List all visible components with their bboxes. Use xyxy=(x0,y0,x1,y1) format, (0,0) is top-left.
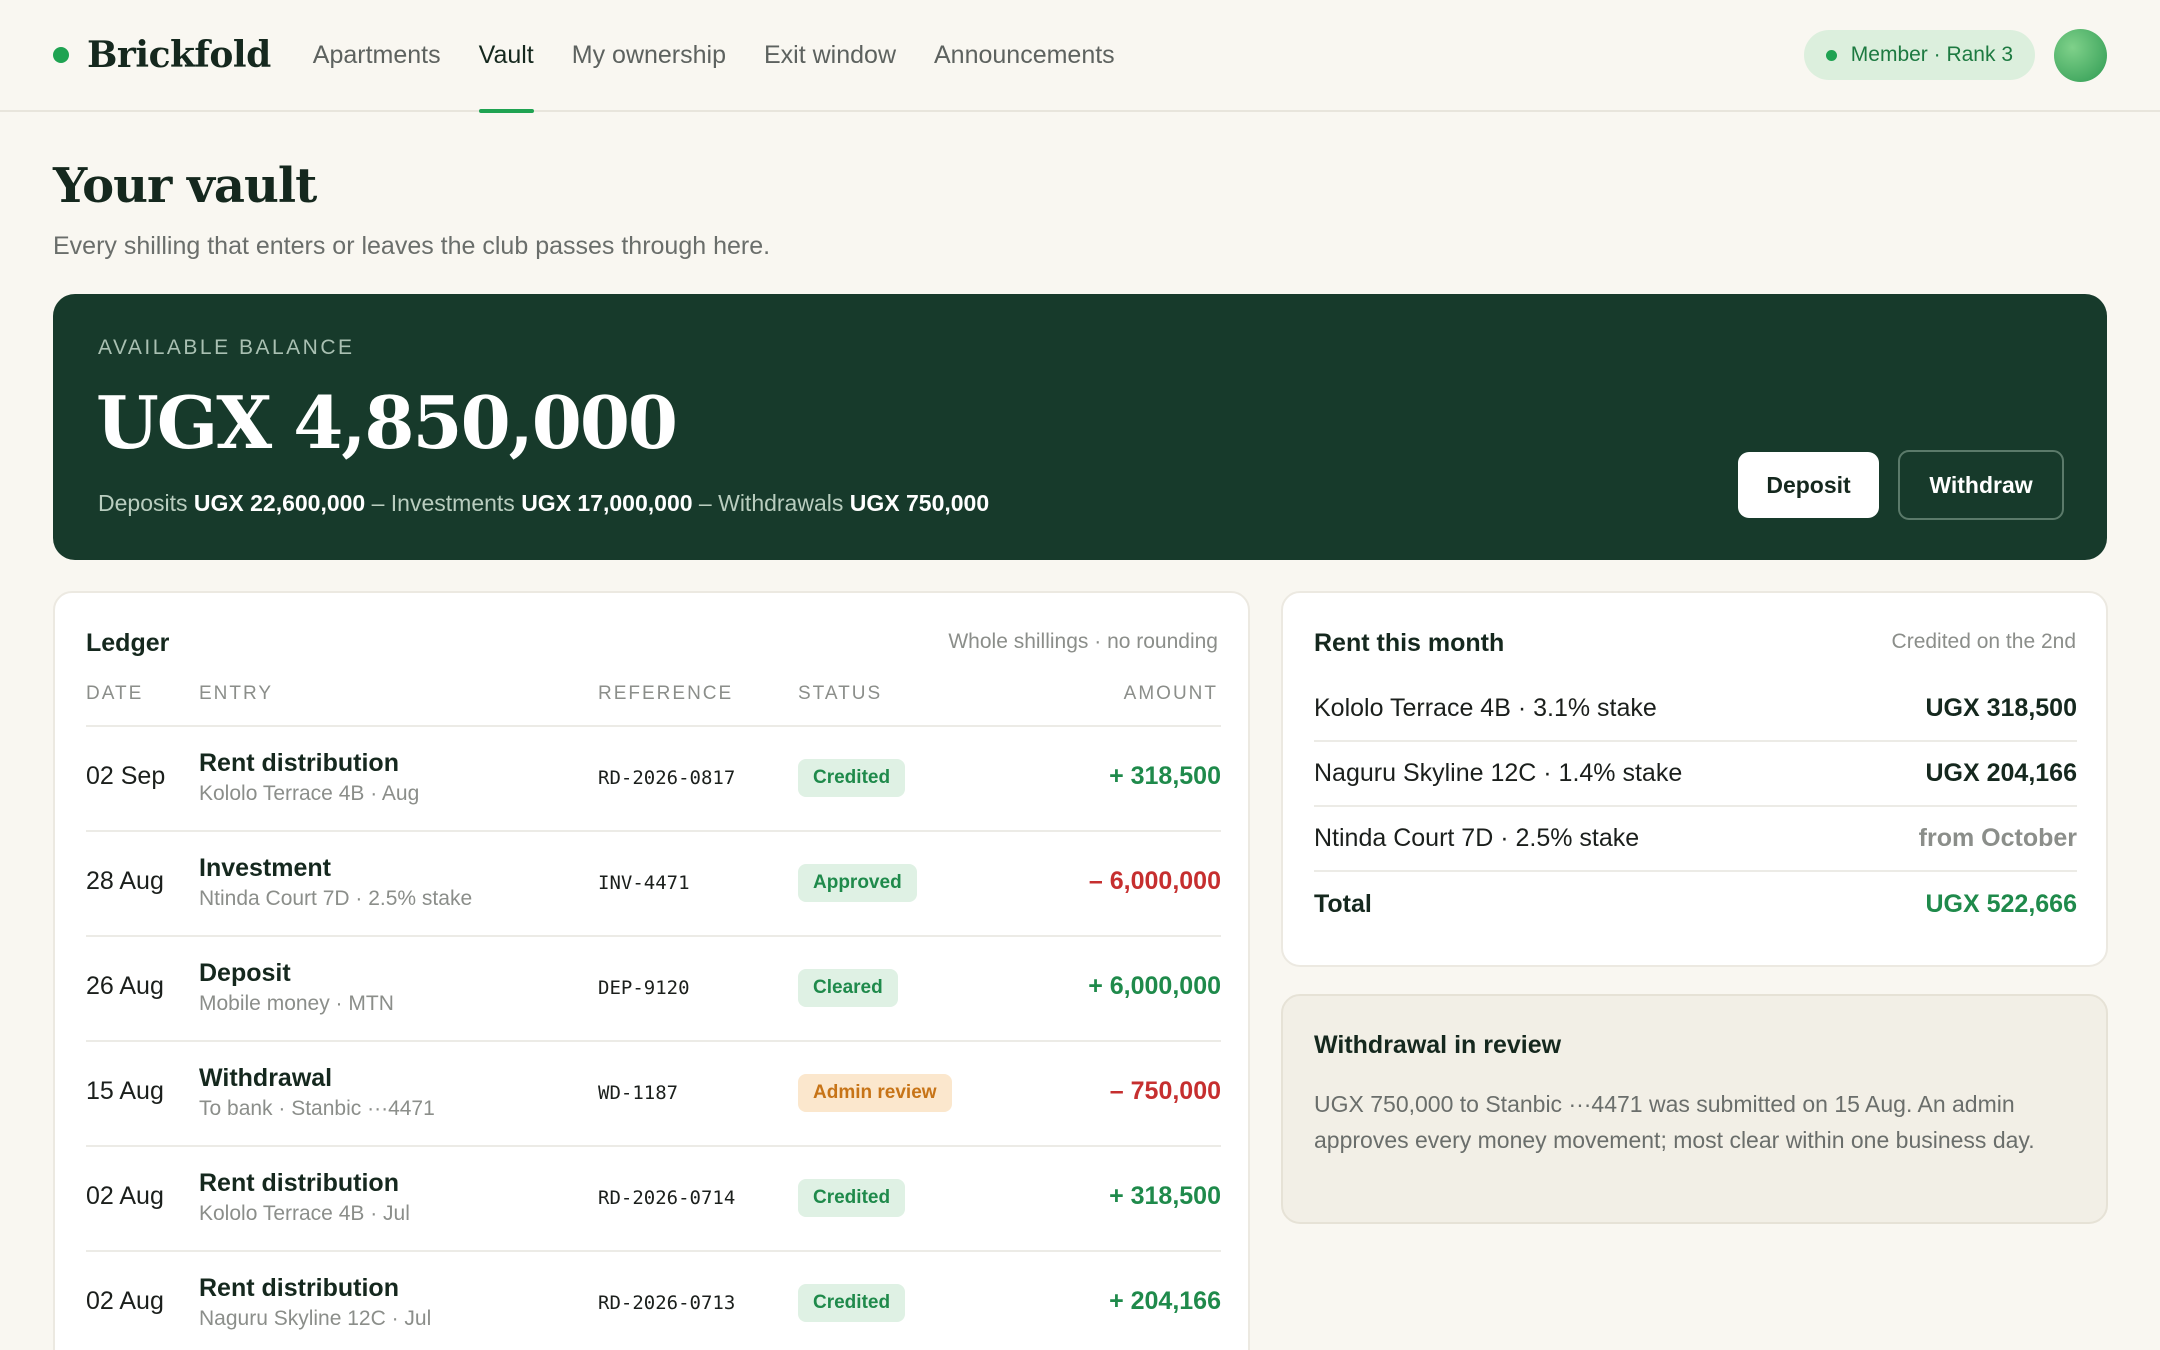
column-header-amount[interactable]: AMOUNT xyxy=(1124,683,1218,705)
brand-dot-icon xyxy=(53,47,69,63)
row-entry-subtitle: Ntinda Court 7D · 2.5% stake xyxy=(199,887,473,910)
row-date: 15 Aug xyxy=(86,1077,164,1105)
row-entry-title: Withdrawal xyxy=(199,1064,333,1092)
status-badge: Approved xyxy=(798,864,917,902)
withdrawal-review-card: Withdrawal in review UGX 750,000 to Stan… xyxy=(1281,994,2108,1224)
table-row[interactable]: 15 Aug Withdrawal To bank · Stanbic ···4… xyxy=(86,1042,1221,1147)
table-row[interactable]: 02 Sep Rent distribution Kololo Terrace … xyxy=(86,727,1221,832)
rent-note: Credited on the 2nd xyxy=(1891,630,2076,653)
rent-total-value: UGX 522,666 xyxy=(1925,890,2078,918)
row-date: 02 Aug xyxy=(86,1182,164,1210)
row-entry-subtitle: Kololo Terrace 4B · Jul xyxy=(199,1202,410,1225)
rent-total-label: Total xyxy=(1314,890,1372,918)
column-header-reference[interactable]: REFERENCE xyxy=(598,683,733,705)
rent-this-month-card: Rent this month Credited on the 2nd Kolo… xyxy=(1281,591,2108,967)
investments-value: UGX 17,000,000 xyxy=(521,490,693,516)
row-entry-subtitle: Kololo Terrace 4B · Aug xyxy=(199,782,420,805)
breakdown-separator: – xyxy=(371,490,385,516)
rent-row-value: UGX 204,166 xyxy=(1925,759,2078,787)
nav-item-vault[interactable]: Vault xyxy=(478,0,534,113)
status-dot-icon xyxy=(1825,49,1837,61)
review-title: Withdrawal in review xyxy=(1314,1031,1562,1059)
row-reference: DEP-9120 xyxy=(598,977,690,999)
rent-row-value: from October xyxy=(1918,824,2077,852)
row-reference: INV-4471 xyxy=(598,872,690,894)
main-nav: Apartments Vault My ownership Exit windo… xyxy=(313,0,1153,113)
row-entry-subtitle: To bank · Stanbic ···4471 xyxy=(199,1097,435,1120)
withdrawals-label: Withdrawals xyxy=(718,490,844,516)
deposits-label: Deposits xyxy=(98,490,188,516)
withdrawals-value: UGX 750,000 xyxy=(849,490,990,516)
balance-breakdown: Deposits UGX 22,600,000 – Investments UG… xyxy=(98,490,989,517)
breakdown-separator: – xyxy=(698,490,712,516)
user-avatar[interactable] xyxy=(2054,28,2107,82)
table-row[interactable]: 26 Aug Deposit Mobile money · MTN DEP-91… xyxy=(86,937,1221,1042)
row-entry-title: Investment xyxy=(199,854,331,882)
nav-item-apartments[interactable]: Apartments xyxy=(313,0,441,111)
row-reference: WD-1187 xyxy=(598,1082,679,1104)
row-date: 26 Aug xyxy=(86,972,164,1000)
rent-row-name: Kololo Terrace 4B · 3.1% stake xyxy=(1314,694,1657,722)
status-badge: Credited xyxy=(798,1179,906,1217)
row-entry-title: Deposit xyxy=(199,959,291,987)
row-entry-title: Rent distribution xyxy=(199,1169,399,1197)
row-entry-subtitle: Mobile money · MTN xyxy=(199,992,394,1015)
row-entry-title: Rent distribution xyxy=(199,1274,399,1302)
rent-row: Ntinda Court 7D · 2.5% stake from Octobe… xyxy=(1314,807,2077,872)
rent-row-name: Ntinda Court 7D · 2.5% stake xyxy=(1314,824,1640,852)
column-header-entry[interactable]: ENTRY xyxy=(199,683,273,705)
row-amount: – 750,000 xyxy=(1109,1077,1221,1105)
page-title: Your vault xyxy=(53,158,317,214)
row-date: 02 Aug xyxy=(86,1287,164,1315)
deposits-value: UGX 22,600,000 xyxy=(193,490,366,516)
row-reference: RD-2026-0817 xyxy=(598,767,736,789)
member-rank-label: Member · Rank 3 xyxy=(1850,43,2013,66)
table-row[interactable]: 28 Aug Investment Ntinda Court 7D · 2.5%… xyxy=(86,832,1221,937)
status-badge: Admin review xyxy=(798,1074,952,1112)
row-amount: + 204,166 xyxy=(1109,1287,1221,1315)
review-body: UGX 750,000 to Stanbic ···4471 was submi… xyxy=(1314,1091,2035,1153)
brand-logo[interactable]: Brickfold xyxy=(53,34,271,76)
row-reference: RD-2026-0713 xyxy=(598,1292,736,1314)
row-entry-title: Rent distribution xyxy=(199,749,399,777)
row-date: 28 Aug xyxy=(86,867,164,895)
balance-label: AVAILABLE BALANCE xyxy=(98,336,355,359)
balance-card: AVAILABLE BALANCE UGX 4,850,000 Deposits… xyxy=(53,294,2107,560)
rent-row: Kololo Terrace 4B · 3.1% stake UGX 318,5… xyxy=(1314,677,2077,742)
row-amount: – 6,000,000 xyxy=(1088,867,1221,895)
status-badge: Credited xyxy=(798,759,906,797)
column-header-date[interactable]: DATE xyxy=(86,683,143,705)
ledger-panel: Ledger Whole shillings · no rounding DAT… xyxy=(53,591,1250,1350)
row-entry-subtitle: Naguru Skyline 12C · Jul xyxy=(199,1307,432,1330)
withdraw-button[interactable]: Withdraw xyxy=(1898,450,2064,520)
row-date: 02 Sep xyxy=(86,762,166,790)
rent-title: Rent this month xyxy=(1314,629,1505,657)
brand-name: Brickfold xyxy=(87,34,271,76)
column-header-status[interactable]: STATUS xyxy=(798,683,882,705)
topbar-right: Member · Rank 3 xyxy=(1803,28,2107,82)
row-reference: RD-2026-0714 xyxy=(598,1187,736,1209)
table-row[interactable]: 02 Aug Rent distribution Kololo Terrace … xyxy=(86,1147,1221,1252)
nav-item-announcements[interactable]: Announcements xyxy=(934,0,1115,111)
page-subtitle: Every shilling that enters or leaves the… xyxy=(53,232,771,260)
ledger-title: Ledger xyxy=(86,629,170,657)
status-badge: Credited xyxy=(798,1284,906,1322)
investments-label: Investments xyxy=(390,490,515,516)
nav-item-my-ownership[interactable]: My ownership xyxy=(572,0,726,111)
row-amount: + 318,500 xyxy=(1109,1182,1221,1210)
nav-item-exit-window[interactable]: Exit window xyxy=(764,0,896,111)
status-badge: Cleared xyxy=(798,969,898,1007)
deposit-button[interactable]: Deposit xyxy=(1738,452,1879,518)
rent-row-name: Naguru Skyline 12C · 1.4% stake xyxy=(1314,759,1683,787)
rent-row-value: UGX 318,500 xyxy=(1925,694,2078,722)
balance-amount: UGX 4,850,000 xyxy=(96,380,678,465)
ledger-note: Whole shillings · no rounding xyxy=(948,630,1218,653)
row-amount: + 318,500 xyxy=(1109,762,1221,790)
row-amount: + 6,000,000 xyxy=(1088,972,1221,1000)
member-rank-badge: Member · Rank 3 xyxy=(1803,30,2035,80)
rent-row: Naguru Skyline 12C · 1.4% stake UGX 204,… xyxy=(1314,742,2077,807)
table-row[interactable]: 02 Aug Rent distribution Naguru Skyline … xyxy=(86,1252,1221,1350)
rent-total-row: Total UGX 522,666 xyxy=(1314,872,2077,937)
top-navigation-bar: Brickfold Apartments Vault My ownership … xyxy=(0,0,2160,113)
